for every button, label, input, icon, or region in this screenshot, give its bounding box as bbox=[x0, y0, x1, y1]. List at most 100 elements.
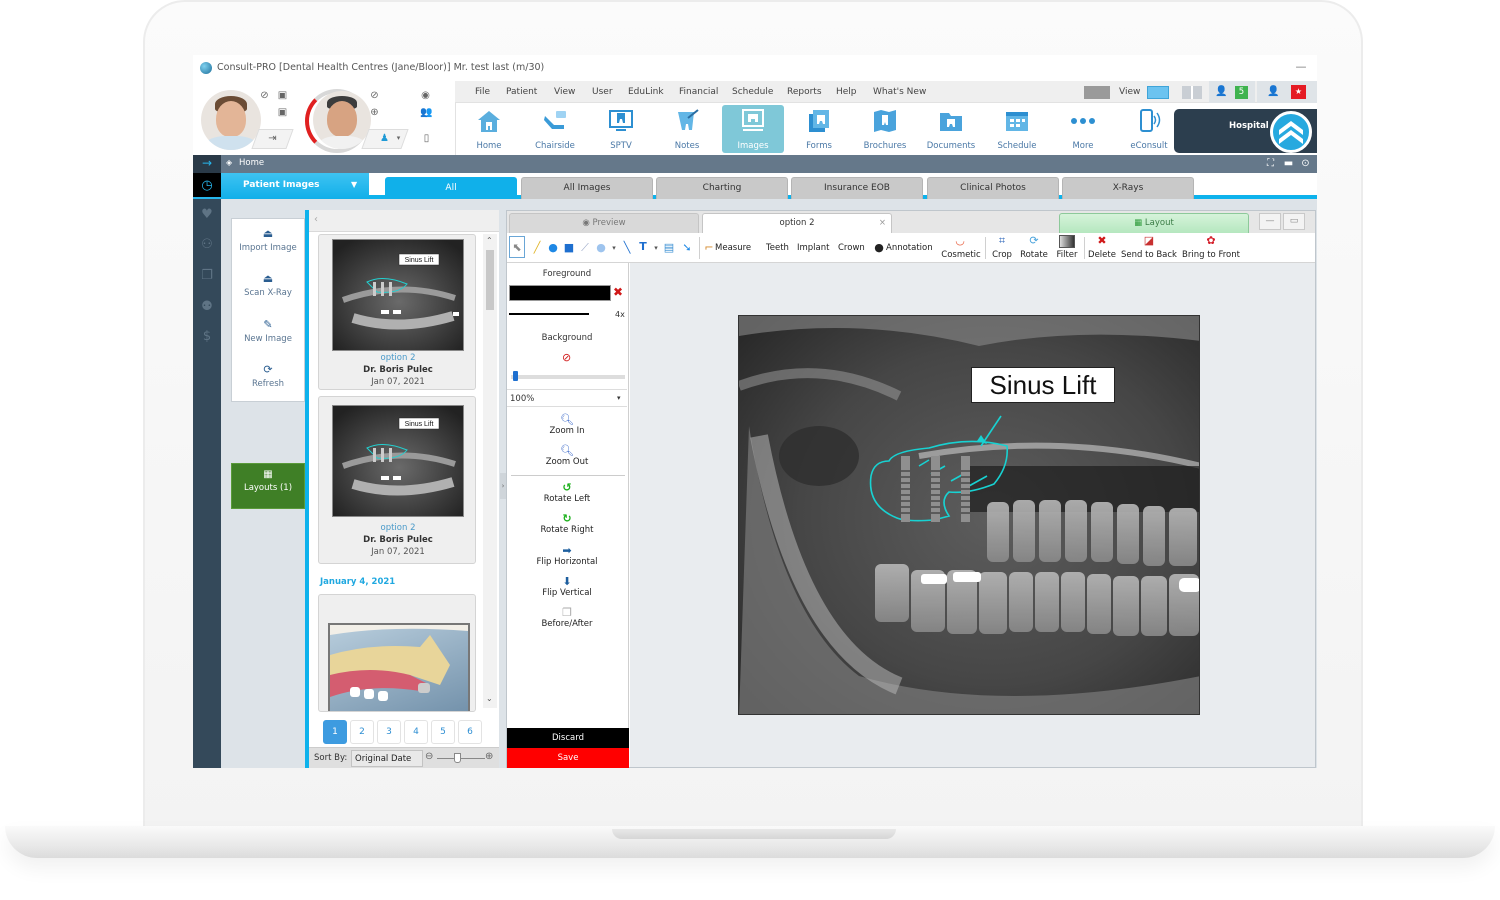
zoom-out-button[interactable]: 🔍︎ Zoom Out bbox=[507, 444, 627, 467]
refresh-button[interactable]: ⟳ Refresh bbox=[232, 363, 304, 389]
chevron-down-icon[interactable]: ▾ bbox=[393, 133, 404, 144]
toolbar-forms[interactable]: Forms bbox=[788, 105, 850, 153]
block-icon[interactable]: ⊘ bbox=[369, 90, 380, 101]
tab-preview[interactable]: ◉ Preview bbox=[509, 213, 699, 233]
line-width-value[interactable]: 4x bbox=[615, 310, 625, 319]
polygon-tool-icon[interactable]: ⟋ bbox=[579, 242, 591, 254]
doctor-avatar[interactable] bbox=[201, 90, 261, 150]
tab-x-rays[interactable]: X-Rays bbox=[1062, 177, 1194, 199]
menu-schedule[interactable]: Schedule bbox=[732, 87, 773, 97]
opacity-slider-handle[interactable] bbox=[513, 371, 519, 381]
restore-icon[interactable]: ▬ bbox=[1282, 157, 1295, 170]
fullscreen-icon[interactable]: ⛶ bbox=[1264, 157, 1277, 170]
eye-icon[interactable]: ◉ bbox=[420, 90, 431, 101]
camera-icon[interactable]: ▣ bbox=[277, 90, 288, 101]
menu-file[interactable]: File bbox=[475, 87, 490, 97]
close-tab-icon[interactable]: × bbox=[879, 214, 886, 232]
scan-xray-button[interactable]: ⏏ Scan X-Ray bbox=[232, 272, 304, 298]
people-icon[interactable]: 👥 bbox=[420, 107, 432, 118]
billing-dollar-icon[interactable]: $ bbox=[199, 329, 215, 345]
save-button[interactable]: Save bbox=[507, 748, 629, 768]
rotate-right-button[interactable]: ↻ Rotate Right bbox=[507, 512, 627, 535]
user-alerts[interactable]: 👤 ★ bbox=[1257, 81, 1317, 103]
tab-charting[interactable]: Charting bbox=[656, 177, 788, 199]
menu-financial[interactable]: Financial bbox=[679, 87, 718, 97]
scrollbar-thumb[interactable] bbox=[486, 250, 494, 310]
tab-option-2[interactable]: option 2 × bbox=[702, 213, 892, 233]
crown-tool[interactable]: Crown bbox=[838, 243, 865, 253]
teeth-tool[interactable]: Teeth bbox=[766, 243, 789, 253]
new-image-button[interactable]: ✎ New Image bbox=[232, 318, 304, 344]
hospital-button[interactable]: Hospital bbox=[1174, 109, 1317, 153]
annotation-label[interactable]: Sinus Lift bbox=[971, 367, 1115, 403]
patient-images-dropdown[interactable]: Patient Images ▼ bbox=[221, 173, 369, 199]
camera-icon[interactable]: ▣ bbox=[277, 107, 288, 118]
fill-tool-icon[interactable]: ● bbox=[595, 242, 607, 254]
insert-image-icon[interactable]: ▤ bbox=[663, 242, 675, 254]
thumbnail-title[interactable]: option 2 bbox=[319, 353, 477, 363]
before-after-button[interactable]: ❐ Before/After bbox=[507, 606, 627, 629]
delete-button[interactable]: ✖ Delete bbox=[1087, 233, 1117, 263]
tab-all[interactable]: All bbox=[385, 177, 517, 199]
stamp-arrow-icon[interactable]: ➘ bbox=[681, 242, 693, 254]
page-6-button[interactable]: 6 bbox=[458, 720, 482, 744]
menu-user[interactable]: User bbox=[592, 87, 613, 97]
menu-whats-new[interactable]: What's New bbox=[873, 87, 926, 97]
view-mode-gray[interactable] bbox=[1084, 86, 1110, 99]
rotate-left-button[interactable]: ↺ Rotate Left bbox=[507, 481, 627, 504]
import-image-button[interactable]: ⏏ Import Image bbox=[232, 227, 304, 253]
minimize-button[interactable]: — bbox=[1293, 60, 1309, 74]
scroll-up-icon[interactable]: ⌃ bbox=[486, 236, 493, 245]
send-to-back-button[interactable]: ◪ Send to Back bbox=[1121, 233, 1177, 263]
editor-maximize-button[interactable]: ▭ bbox=[1283, 213, 1305, 230]
toolbar-more[interactable]: More bbox=[1052, 105, 1114, 153]
no-background-icon[interactable]: ⊘ bbox=[562, 351, 571, 364]
xray-image[interactable]: Sinus Lift bbox=[738, 315, 1200, 715]
rectangle-tool-icon[interactable]: ■ bbox=[563, 242, 575, 254]
users-online[interactable]: 👤 5 bbox=[1209, 81, 1255, 103]
page-1-button[interactable]: 1 bbox=[323, 720, 347, 744]
foreground-color-swatch[interactable] bbox=[509, 285, 611, 301]
pencil-icon[interactable]: ╱ bbox=[531, 242, 543, 254]
filter-button[interactable]: Filter bbox=[1053, 233, 1081, 263]
layouts-button[interactable]: ▦ Layouts (1) bbox=[231, 463, 305, 509]
menu-edulink[interactable]: EduLink bbox=[628, 87, 664, 97]
toolbar-schedule[interactable]: Schedule bbox=[986, 105, 1048, 153]
referral-icon[interactable]: ⚇ bbox=[199, 237, 215, 253]
tab-insurance-eob[interactable]: Insurance EOB bbox=[791, 177, 923, 199]
view-mode-single[interactable] bbox=[1147, 86, 1169, 99]
contacts-icon[interactable]: ⚉ bbox=[199, 299, 215, 315]
thumbnail-scrollbar[interactable]: ⌃ ⌄ bbox=[483, 234, 497, 708]
zoom-in-circle-icon[interactable]: ⊕ bbox=[485, 751, 493, 762]
text-tool-icon[interactable]: T bbox=[637, 241, 649, 253]
patient-avatar[interactable] bbox=[313, 91, 371, 149]
toolbar-econsult[interactable]: eConsult bbox=[1118, 105, 1180, 153]
sort-select[interactable]: Original Date bbox=[351, 750, 423, 767]
documents-icon[interactable]: ❐ bbox=[199, 268, 215, 284]
select-tool[interactable]: ⬉ bbox=[509, 236, 525, 258]
annotation-tool[interactable]: Annotation bbox=[886, 243, 933, 253]
tab-clinical-photos[interactable]: Clinical Photos bbox=[927, 177, 1059, 199]
implant-tool[interactable]: Implant bbox=[797, 243, 829, 253]
menu-reports[interactable]: Reports bbox=[787, 87, 822, 97]
toolbar-brochures[interactable]: Brochures bbox=[854, 105, 916, 153]
phone-icon[interactable]: ▯ bbox=[421, 133, 432, 144]
scroll-down-icon[interactable]: ⌄ bbox=[486, 694, 493, 703]
page-5-button[interactable]: 5 bbox=[431, 720, 455, 744]
line-tool-icon[interactable]: ╲ bbox=[621, 242, 633, 254]
editor-minimize-button[interactable]: — bbox=[1259, 213, 1281, 230]
slider-handle[interactable] bbox=[454, 753, 461, 763]
add-icon[interactable]: ⊕ bbox=[369, 107, 380, 118]
page-3-button[interactable]: 3 bbox=[377, 720, 401, 744]
tab-layout[interactable]: ▦ Layout bbox=[1059, 213, 1249, 233]
menu-view[interactable]: View bbox=[554, 87, 575, 97]
zoom-in-button[interactable]: 🔍︎ Zoom In bbox=[507, 413, 627, 436]
cosmetic-button[interactable]: ◡ Cosmetic bbox=[940, 233, 982, 263]
line-width-preview[interactable] bbox=[509, 313, 589, 315]
bring-to-front-button[interactable]: ✿ Bring to Front bbox=[1181, 233, 1241, 263]
flip-vertical-button[interactable]: ⬇ Flip Vertical bbox=[507, 575, 627, 598]
page-2-button[interactable]: 2 bbox=[350, 720, 374, 744]
thumbnail-card[interactable]: Sinus Lift option 2 Dr. Boris Pulec Jan … bbox=[318, 396, 476, 564]
thumbnail-title[interactable]: option 2 bbox=[319, 523, 477, 533]
tab-all-images[interactable]: All Images bbox=[521, 177, 653, 199]
